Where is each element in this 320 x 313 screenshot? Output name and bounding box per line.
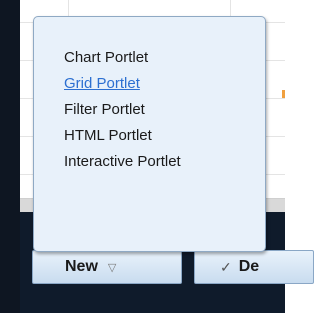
new-button-label: New <box>65 258 98 275</box>
left-dark-strip <box>0 0 20 313</box>
menu-item-interactive-portlet[interactable]: Interactive Portlet <box>64 149 181 175</box>
menu-item-filter-portlet[interactable]: Filter Portlet <box>64 97 181 123</box>
grid-cell-text: ' ' ' <box>92 0 107 7</box>
chevron-down-icon: ▽ <box>107 261 117 274</box>
menu-item-html-portlet[interactable]: HTML Portlet <box>64 123 181 149</box>
delete-button[interactable]: ✓ De <box>194 250 314 284</box>
menu-item-chart-portlet[interactable]: Chart Portlet <box>64 45 181 71</box>
new-button[interactable]: New ▽ <box>32 250 182 284</box>
delete-button-label: De <box>238 258 260 275</box>
portlet-menu-list: Chart Portlet Grid Portlet Filter Portle… <box>64 45 181 175</box>
new-portlet-menu: Chart Portlet Grid Portlet Filter Portle… <box>33 16 266 252</box>
check-icon: ✓ <box>220 258 232 275</box>
grid-cell-marker <box>282 90 285 98</box>
menu-item-grid-portlet[interactable]: Grid Portlet <box>64 71 181 97</box>
